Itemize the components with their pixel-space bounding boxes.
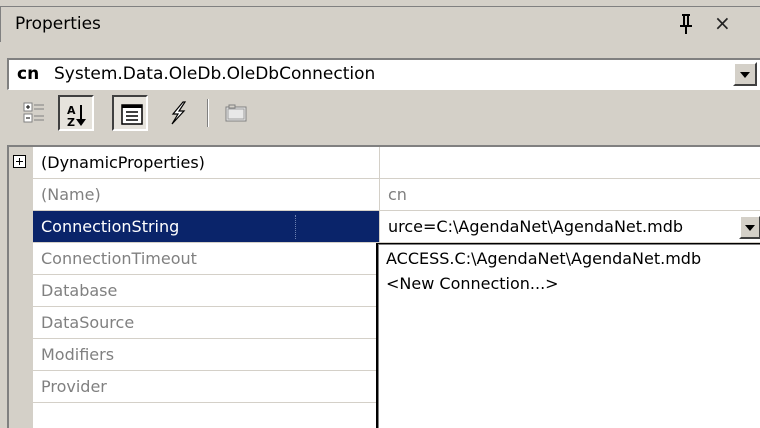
property-name: DataSource <box>33 307 380 339</box>
object-selector-dropdown-button[interactable] <box>733 62 757 86</box>
property-name: ConnectionString <box>33 211 380 243</box>
row-margin <box>9 211 33 243</box>
row-margin <box>9 243 33 275</box>
property-value-input[interactable]: urce=C:\AgendaNet\AgendaNet.mdb <box>380 211 760 243</box>
column-splitter[interactable] <box>295 215 297 239</box>
alphabetical-icon: A Z <box>67 104 86 129</box>
row-margin <box>9 179 33 211</box>
property-row-connectionstring[interactable]: ConnectionString urce=C:\AgendaNet\Agend… <box>9 211 760 243</box>
row-margin <box>9 275 33 307</box>
chevron-down-icon <box>745 225 755 231</box>
expand-icon[interactable] <box>13 155 26 168</box>
object-selector[interactable]: cn System.Data.OleDb.OleDbConnection <box>7 58 760 90</box>
property-name: ConnectionTimeout <box>33 243 380 275</box>
connection-string-dropdown-list[interactable]: ACCESS.C:\AgendaNet\AgendaNet.mdb <New C… <box>376 243 760 428</box>
object-name: cn <box>17 64 40 84</box>
window-title: Properties <box>15 14 101 34</box>
property-name: Database <box>33 275 380 307</box>
properties-icon <box>121 104 143 125</box>
row-margin <box>9 339 33 371</box>
properties-toolbar: A Z <box>0 95 760 141</box>
pushpin-icon[interactable] <box>678 11 694 37</box>
property-name: (DynamicProperties) <box>33 147 380 179</box>
alphabetical-button[interactable]: A Z <box>58 95 94 131</box>
close-icon[interactable]: × <box>714 11 731 35</box>
categorized-icon <box>23 102 44 123</box>
row-margin <box>9 403 33 428</box>
properties-button[interactable] <box>112 95 148 131</box>
events-button[interactable] <box>160 95 196 131</box>
property-name: Modifiers <box>33 339 380 371</box>
property-value[interactable]: cn <box>380 179 760 211</box>
properties-window: Properties × cn System.Data.OleDb.OleDbC… <box>0 0 760 428</box>
property-row-dynamicproperties[interactable]: (DynamicProperties) <box>9 147 760 179</box>
row-margin <box>9 147 33 179</box>
object-type: System.Data.OleDb.OleDbConnection <box>54 64 376 84</box>
property-name: Provider <box>33 371 380 403</box>
row-margin <box>9 371 33 403</box>
row-margin <box>9 307 33 339</box>
dropdown-option[interactable]: ACCESS.C:\AgendaNet\AgendaNet.mdb <box>386 249 701 268</box>
property-value[interactable] <box>380 147 760 179</box>
dropdown-option[interactable]: <New Connection...> <box>386 274 559 293</box>
property-pages-button[interactable] <box>218 95 254 131</box>
title-bar: Properties × <box>0 6 760 42</box>
chevron-down-icon <box>740 72 750 78</box>
svg-text:Z: Z <box>67 116 75 129</box>
property-pages-icon <box>225 104 247 122</box>
value-dropdown-button[interactable] <box>739 215 760 239</box>
events-icon <box>171 101 187 125</box>
property-row-name[interactable]: (Name) cn <box>9 179 760 211</box>
categorized-button[interactable] <box>18 95 54 131</box>
property-name: (Name) <box>33 179 380 211</box>
toolbar-separator <box>207 99 209 127</box>
